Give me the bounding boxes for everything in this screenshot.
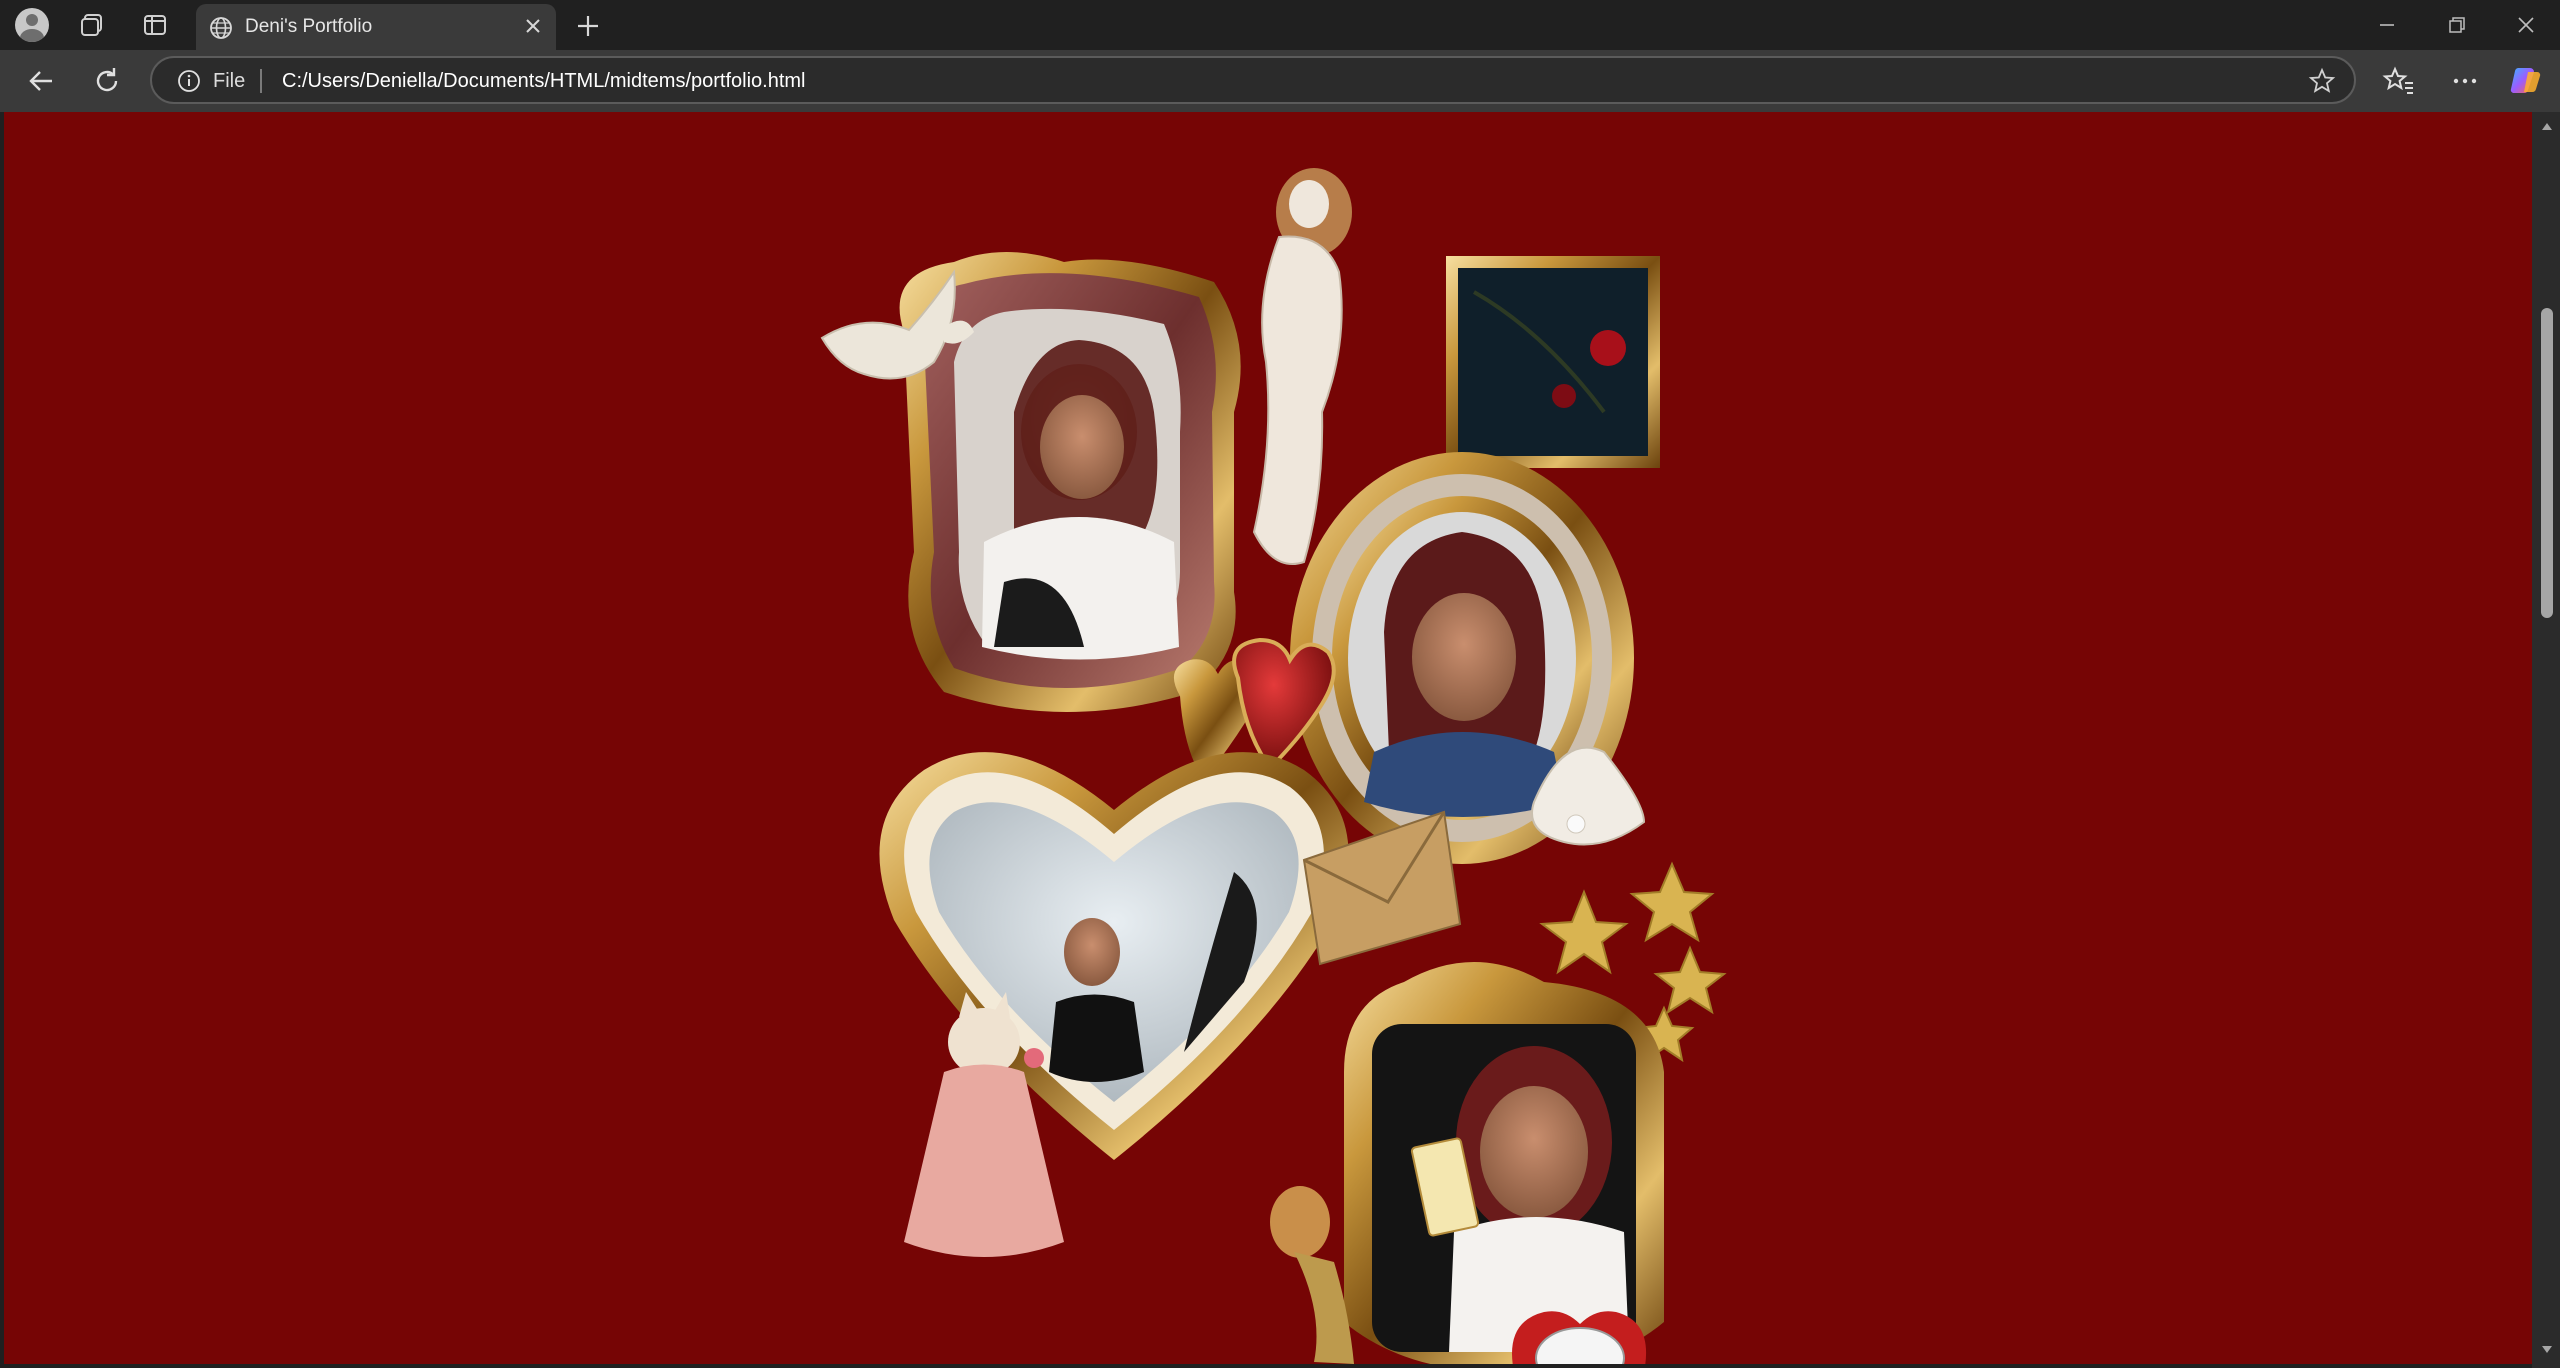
new-tab-icon[interactable] bbox=[572, 10, 604, 42]
back-arrow-icon[interactable] bbox=[22, 62, 60, 100]
scheme-label: File bbox=[213, 70, 246, 92]
browser-title-bar: Deni's Portfolio bbox=[0, 0, 2560, 50]
vertical-tabs-icon[interactable] bbox=[138, 8, 172, 42]
tab-portfolio[interactable]: Deni's Portfolio bbox=[196, 4, 556, 50]
minimize-icon[interactable] bbox=[2366, 6, 2408, 44]
close-window-icon[interactable] bbox=[2505, 6, 2547, 44]
workspaces-icon[interactable] bbox=[75, 8, 109, 42]
restore-icon[interactable] bbox=[2436, 6, 2478, 44]
more-options-icon[interactable] bbox=[2446, 62, 2484, 100]
collage bbox=[820, 168, 1727, 1364]
url-text[interactable]: C:/Users/Deniella/Documents/HTML/midtems… bbox=[282, 70, 806, 93]
profile-avatar-icon[interactable] bbox=[15, 8, 49, 42]
copilot-icon[interactable] bbox=[2508, 62, 2546, 100]
refresh-icon[interactable] bbox=[88, 62, 126, 100]
globe-icon bbox=[210, 17, 232, 39]
address-bar[interactable]: File C:/Users/Deniella/Documents/HTML/mi… bbox=[150, 56, 2356, 104]
scroll-down-arrow-icon[interactable] bbox=[2540, 1342, 2554, 1356]
page-content bbox=[4, 112, 2532, 1364]
vertical-scrollbar[interactable] bbox=[2532, 112, 2560, 1368]
close-tab-icon[interactable] bbox=[520, 13, 546, 39]
site-info-icon[interactable] bbox=[177, 69, 201, 93]
tab-title: Deni's Portfolio bbox=[245, 16, 373, 37]
scroll-up-arrow-icon[interactable] bbox=[2540, 120, 2554, 134]
cherry-painting-sticker bbox=[1446, 256, 1660, 468]
browser-toolbar: File C:/Users/Deniella/Documents/HTML/mi… bbox=[0, 50, 2560, 112]
favorites-icon[interactable] bbox=[2380, 62, 2418, 100]
address-separator bbox=[260, 69, 262, 93]
venus-statue-sticker bbox=[1252, 168, 1352, 565]
mermaid-sticker bbox=[1270, 1186, 1354, 1364]
photo-frame-bottom-right bbox=[1344, 962, 1664, 1364]
scrollbar-thumb[interactable] bbox=[2541, 308, 2553, 618]
favorite-star-icon[interactable] bbox=[2308, 67, 2336, 95]
